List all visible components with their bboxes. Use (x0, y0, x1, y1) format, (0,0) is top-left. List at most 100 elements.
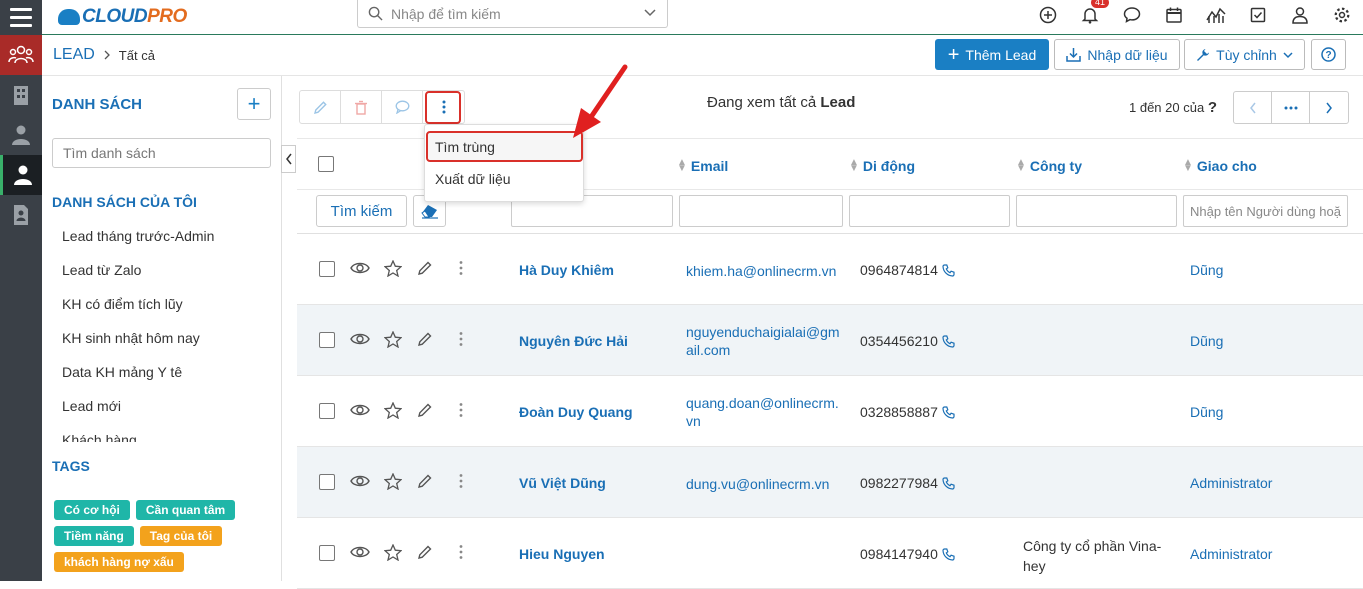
list-item[interactable]: Lead tháng trước-Admin (52, 224, 277, 258)
eye-icon[interactable] (350, 473, 370, 489)
chat-icon[interactable] (1111, 0, 1153, 30)
bell-icon[interactable]: 41 (1069, 0, 1111, 30)
row-checkbox[interactable] (319, 403, 335, 419)
column-mobile[interactable]: ▲ ▼ Di động (849, 158, 915, 175)
collapse-sidebar-button[interactable] (281, 145, 296, 173)
filter-email-input[interactable] (679, 195, 843, 227)
lead-owner[interactable]: Dũng (1190, 404, 1223, 420)
pencil-icon[interactable] (417, 331, 433, 347)
edit-button[interactable] (300, 91, 341, 123)
star-icon[interactable] (384, 544, 402, 561)
menu-icon[interactable] (0, 0, 42, 35)
lead-owner[interactable]: Dũng (1190, 333, 1223, 349)
phone-icon[interactable] (942, 334, 955, 348)
delete-button[interactable] (341, 91, 382, 123)
pager-help-icon[interactable]: ? (1208, 99, 1217, 116)
chevron-down-icon[interactable] (643, 6, 657, 20)
phone-icon[interactable] (942, 476, 955, 490)
add-circle-icon[interactable] (1027, 0, 1069, 30)
lead-owner[interactable]: Administrator (1190, 475, 1272, 491)
lead-email[interactable]: nguyenduchaigialai@gmail.com (686, 323, 841, 359)
global-search-input[interactable] (391, 5, 631, 22)
task-check-icon[interactable] (1237, 0, 1279, 30)
person-icon[interactable] (0, 155, 42, 195)
menu-item-find-duplicates[interactable]: Tìm trùng (425, 132, 583, 162)
list-search-input[interactable] (52, 138, 271, 168)
lead-email[interactable]: quang.doan@onlinecrm.vn (686, 394, 841, 430)
global-search[interactable] (357, 0, 668, 28)
more-vertical-icon[interactable] (459, 473, 463, 489)
filter-company-input[interactable] (1016, 195, 1177, 227)
add-list-button[interactable]: + (237, 88, 271, 120)
calendar-icon[interactable] (1153, 0, 1195, 30)
star-icon[interactable] (384, 402, 402, 419)
tag[interactable]: khách hàng nợ xấu (54, 552, 184, 572)
row-checkbox[interactable] (319, 545, 335, 561)
table-row[interactable]: Đoàn Duy Quang quang.doan@onlinecrm.vn 0… (297, 376, 1363, 447)
list-item[interactable]: Lead mới (52, 394, 277, 428)
list-item[interactable]: KH có điểm tích lũy (52, 292, 277, 326)
list-item[interactable]: KH sinh nhật hôm nay (52, 326, 277, 360)
more-vertical-icon[interactable] (459, 402, 463, 418)
lead-email[interactable]: khiem.ha@onlinecrm.vn (686, 262, 841, 280)
help-button[interactable]: ? (1311, 39, 1346, 70)
row-checkbox[interactable] (319, 474, 335, 490)
pencil-icon[interactable] (417, 473, 433, 489)
prev-page-button[interactable] (1234, 92, 1272, 123)
comment-button[interactable] (382, 91, 423, 123)
pencil-icon[interactable] (417, 260, 433, 276)
column-company[interactable]: ▲ ▼ Công ty (1016, 158, 1082, 175)
contacts-icon[interactable] (0, 115, 42, 155)
list-item[interactable]: Data KH mảng Y tê (52, 360, 277, 394)
tag[interactable]: Tiềm năng (54, 526, 134, 546)
pencil-icon[interactable] (417, 402, 433, 418)
star-icon[interactable] (384, 473, 402, 490)
list-item[interactable]: Lead từ Zalo (52, 258, 277, 292)
lead-owner[interactable]: Administrator (1190, 546, 1272, 562)
lead-name[interactable]: Nguyên Đức Hải (519, 333, 628, 349)
filter-mobile-input[interactable] (849, 195, 1010, 227)
menu-item-export[interactable]: Xuất dữ liệu (425, 164, 583, 194)
chart-icon[interactable] (1195, 0, 1237, 30)
eye-icon[interactable] (350, 402, 370, 418)
eye-icon[interactable] (350, 331, 370, 347)
table-row[interactable]: Hieu Nguyen 0984147940 Công ty cổ phần V… (297, 518, 1363, 589)
star-icon[interactable] (384, 331, 402, 348)
column-email[interactable]: ▲ ▼ Email (677, 158, 728, 175)
page-jump-button[interactable] (1272, 92, 1310, 123)
phone-icon[interactable] (942, 263, 955, 277)
lead-name[interactable]: Đoàn Duy Quang (519, 404, 633, 420)
building-icon[interactable] (0, 75, 42, 115)
eye-icon[interactable] (350, 544, 370, 560)
more-vertical-icon[interactable] (459, 544, 463, 560)
more-vertical-icon[interactable] (459, 260, 463, 276)
list-item[interactable]: Khách hàng (52, 428, 277, 442)
logo[interactable]: CLOUDPRO (58, 4, 187, 30)
lead-name[interactable]: Vũ Việt Dũng (519, 475, 606, 491)
breadcrumb-module[interactable]: LEAD (53, 46, 95, 64)
leads-group-icon[interactable] (0, 35, 42, 75)
add-lead-button[interactable]: + Thêm Lead (935, 39, 1049, 70)
tag[interactable]: Cần quan tâm (135, 500, 236, 520)
row-checkbox[interactable] (319, 261, 335, 277)
more-vertical-icon[interactable] (459, 331, 463, 347)
table-row[interactable]: Vũ Việt Dũng dung.vu@onlinecrm.vn 098227… (297, 447, 1363, 518)
lead-owner[interactable]: Dũng (1190, 262, 1223, 278)
lead-name[interactable]: Hieu Nguyen (519, 546, 605, 562)
select-all-checkbox[interactable] (318, 156, 334, 172)
import-button[interactable]: Nhập dữ liệu (1054, 39, 1180, 70)
next-page-button[interactable] (1310, 92, 1348, 123)
column-assigned[interactable]: ▲ ▼ Giao cho (1183, 158, 1257, 175)
filter-search-button[interactable]: Tìm kiếm (316, 195, 407, 227)
eye-icon[interactable] (350, 260, 370, 276)
tag[interactable]: Tag của tôi (139, 526, 223, 546)
user-icon[interactable] (1279, 0, 1321, 30)
table-row[interactable]: Nguyên Đức Hải nguyenduchaigialai@gmail.… (297, 305, 1363, 376)
gear-icon[interactable] (1321, 0, 1363, 30)
star-icon[interactable] (384, 260, 402, 277)
document-icon[interactable] (0, 195, 42, 235)
table-row[interactable]: Hà Duy Khiêm khiem.ha@onlinecrm.vn 09648… (297, 234, 1363, 305)
pencil-icon[interactable] (417, 544, 433, 560)
row-checkbox[interactable] (319, 332, 335, 348)
lead-email[interactable]: dung.vu@onlinecrm.vn (686, 475, 841, 493)
